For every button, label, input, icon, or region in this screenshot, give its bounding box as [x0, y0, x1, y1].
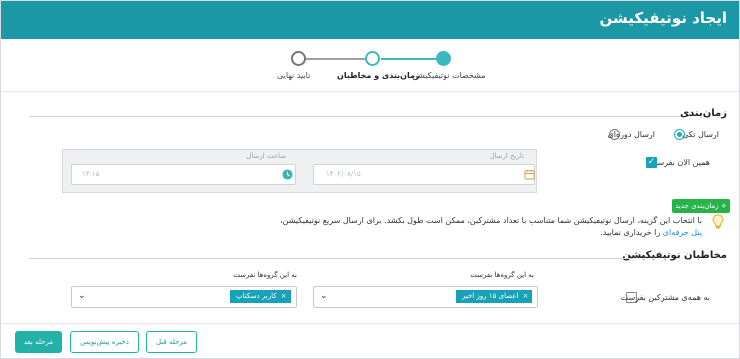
time-input[interactable]: ۱۴:۱۵ — [71, 164, 296, 185]
step-circle-current — [365, 51, 380, 66]
date-label: تاریخ ارسال — [489, 152, 524, 160]
send-now-checkbox[interactable]: ✓ — [646, 157, 657, 168]
date-value: ۱۴۰۲/۰۸/۱۵ — [326, 170, 361, 178]
send-to-groups-label: به این گروه‌ها بفرست — [470, 271, 534, 279]
footer-divider — [1, 323, 739, 324]
stepper-divider — [1, 91, 739, 92]
time-value: ۱۴:۱۵ — [82, 170, 100, 178]
step-circle-done — [436, 51, 451, 66]
step-circle-final — [291, 51, 306, 66]
lightbulb-icon — [712, 214, 724, 229]
new-schedule-button[interactable]: + زمان‌بندی جدید — [672, 199, 730, 213]
all-subscribers-label: به همه‌ی مشترکین بفرست — [620, 293, 710, 302]
info-text: با انتخاب این گزینه، ارسال نوتیفیکیشن شم… — [280, 216, 702, 225]
send-to-groups-tag[interactable]: اعضای ۱۵ روز اخیر × — [456, 290, 533, 303]
time-label: ساعت ارسال — [246, 152, 286, 160]
send-to-groups-tag-label: اعضای ۱۵ روز اخیر — [462, 292, 519, 300]
step-label-current: زمان‌بندی و مخاطبان — [337, 71, 420, 80]
send-to-groups-select[interactable]: ⌄ اعضای ۱۵ روز اخیر × — [313, 286, 538, 308]
scheduling-title[interactable]: زمان‌بندی — [680, 108, 727, 119]
notification-create-page: ایجاد نوتیفیکیشن تایید نهایی زمان‌بندی و… — [0, 0, 740, 359]
tag-remove-icon[interactable]: × — [523, 290, 529, 303]
next-step-button[interactable]: مرحله بعد — [15, 331, 62, 353]
dont-send-chevron-icon: ⌄ — [78, 291, 86, 301]
dont-send-groups-label: به این گروه‌ها نفرست — [233, 271, 297, 279]
save-draft-button[interactable]: ذخیره پیش‌نویس — [70, 331, 139, 353]
stepper-line-pending — [305, 58, 367, 60]
scheduling-divider — [29, 116, 681, 117]
schedule-box: تاریخ ارسال ۱۴۰۲/۰۸/۱۵ ساعت ارسال ۱۴:۱۵ — [62, 149, 537, 193]
dont-send-groups-select[interactable]: ⌄ کاربر دسکتاپ × — [71, 286, 297, 308]
info-text-part1: با انتخاب این گزینه، ارسال نوتیفیکیشن شم… — [280, 216, 702, 225]
stepper: تایید نهایی زمان‌بندی و مخاطبان مشخصات ن… — [271, 49, 501, 89]
info-text-line2: پنل حرفه‌ای را خریداری نمایید. — [600, 228, 702, 237]
page-title: ایجاد نوتیفیکیشن — [599, 9, 727, 27]
step-label-done: مشخصات نوتیفیکیشن — [412, 71, 486, 80]
dont-send-groups-tag-label: کاربر دسکتاپ — [236, 292, 277, 300]
send-now-label: همین الان بفرست — [649, 158, 710, 167]
step-label-final: تایید نهایی — [277, 71, 311, 80]
prev-step-button[interactable]: مرحله قبل — [146, 331, 197, 353]
audience-divider — [29, 258, 633, 259]
radio-periodic-label: ارسال دوره‌ای — [607, 130, 655, 139]
audience-title[interactable]: مخاطبان نوتیفیکیشن — [622, 250, 727, 261]
calendar-icon — [524, 169, 535, 180]
send-groups-chevron-icon: ⌄ — [320, 291, 328, 301]
tag-remove-icon-2[interactable]: × — [281, 290, 287, 303]
date-input[interactable]: ۱۴۰۲/۰۸/۱۵ — [313, 164, 535, 185]
info-text-part2: را خریداری نمایید. — [600, 228, 661, 237]
dont-send-groups-tag[interactable]: کاربر دسکتاپ × — [230, 290, 291, 303]
header-bar: ایجاد نوتیفیکیشن — [1, 1, 739, 39]
stepper-line-done — [381, 58, 439, 60]
clock-icon — [282, 169, 293, 180]
radio-single-label: ارسال تکی — [682, 130, 719, 139]
pro-panel-link[interactable]: پنل حرفه‌ای — [663, 228, 702, 237]
